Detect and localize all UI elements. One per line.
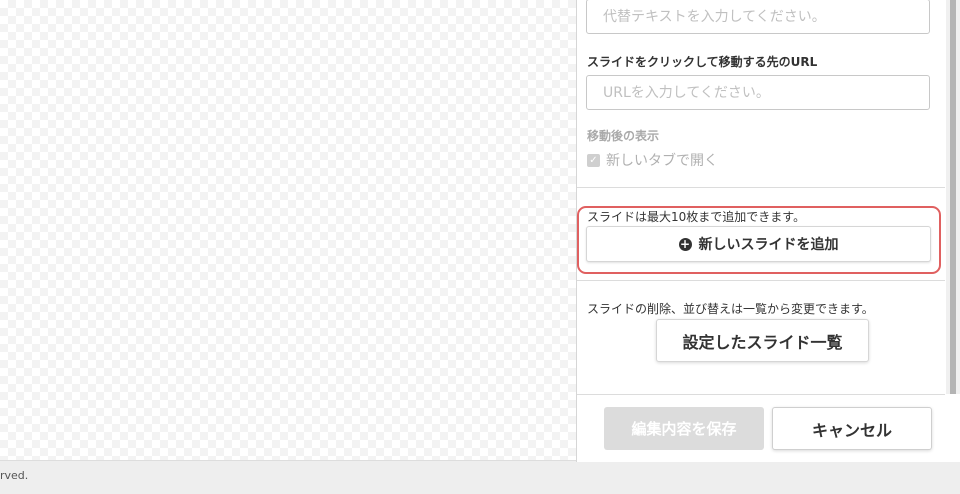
add-slide-button[interactable]: + 新しいスライドを追加 (586, 226, 931, 262)
slide-list-button-label: 設定したスライド一覧 (682, 332, 843, 352)
display-label: 移動後の表示 (587, 129, 660, 143)
url-input[interactable] (586, 75, 930, 110)
save-button[interactable]: 編集内容を保存 (604, 407, 764, 450)
url-label: スライドをクリックして移動する先のURL (587, 55, 818, 69)
alt-text-input[interactable] (586, 0, 930, 34)
new-tab-label: 新しいタブで開く (606, 153, 718, 169)
slide-settings-panel: スライドをクリックして移動する先のURL 移動後の表示 ✓ 新しいタブで開く ス… (576, 0, 960, 462)
check-icon[interactable]: ✓ (587, 153, 600, 167)
copyright-text: rved. (0, 469, 29, 482)
plus-circle-icon: + (678, 236, 692, 251)
panel-actions: 編集内容を保存 キャンセル (577, 395, 960, 462)
divider (577, 280, 945, 281)
new-tab-checkbox-row[interactable]: ✓ 新しいタブで開く (587, 150, 718, 170)
manage-slides-note: スライドの削除、並び替えは一覧から変更できます。 (587, 302, 874, 316)
cancel-button[interactable]: キャンセル (772, 407, 932, 450)
page-footer: rved. (0, 460, 960, 494)
divider (577, 187, 945, 188)
add-slide-button-label: 新しいスライドを追加 (698, 237, 839, 253)
max-slides-note: スライドは最大10枚まで追加できます。 (587, 210, 806, 224)
save-button-label: 編集内容を保存 (631, 420, 737, 438)
scrollbar[interactable] (946, 0, 960, 394)
scrollbar-thumb[interactable] (950, 0, 956, 394)
cancel-button-label: キャンセル (811, 420, 892, 440)
slide-list-button[interactable]: 設定したスライド一覧 (656, 319, 869, 362)
